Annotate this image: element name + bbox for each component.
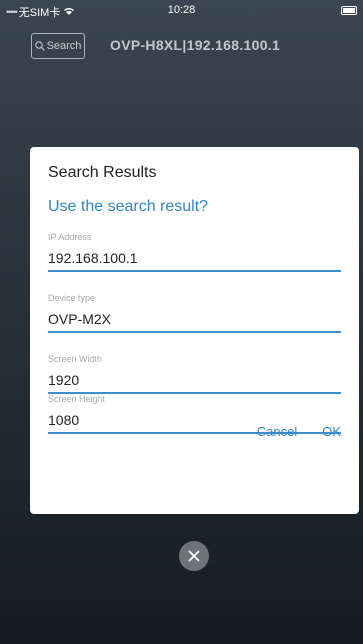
close-icon xyxy=(188,550,200,562)
dialog-title: Search Results xyxy=(48,164,157,181)
search-button-label: Search xyxy=(46,40,82,52)
ok-button[interactable]: OK xyxy=(322,424,341,439)
header: Search OVP-H8XL|192.168.100.1 xyxy=(0,20,363,70)
device-title: OVP-H8XL|192.168.100.1 xyxy=(110,37,281,53)
ip-address-field[interactable]: IP Address 192.168.100.1 xyxy=(48,232,341,272)
search-results-dialog: Search Results Use the search result? IP… xyxy=(30,147,359,514)
device-type-field[interactable]: Device type OVP-M2X xyxy=(48,293,341,333)
field-label: Screen Height xyxy=(48,394,106,404)
close-button[interactable] xyxy=(179,541,209,571)
search-button[interactable]: Search xyxy=(31,33,85,59)
field-value[interactable]: 1920 xyxy=(48,372,341,394)
search-icon xyxy=(34,41,45,51)
battery-icon xyxy=(341,6,357,15)
screen-width-field[interactable]: Screen Width 1920 xyxy=(48,354,341,394)
field-label: Device type xyxy=(48,293,96,303)
dialog-actions: Cancel OK xyxy=(257,424,341,439)
status-time: 10:28 xyxy=(167,4,196,16)
field-value[interactable]: OVP-M2X xyxy=(48,311,341,333)
status-bar: ••••• 无SIM卡 10:28 xyxy=(0,0,363,20)
field-value[interactable]: 192.168.100.1 xyxy=(48,250,341,272)
cancel-button[interactable]: Cancel xyxy=(257,424,297,439)
field-label: IP Address xyxy=(48,232,92,242)
field-label: Screen Width xyxy=(48,354,103,364)
dialog-question: Use the search result? xyxy=(48,198,209,215)
